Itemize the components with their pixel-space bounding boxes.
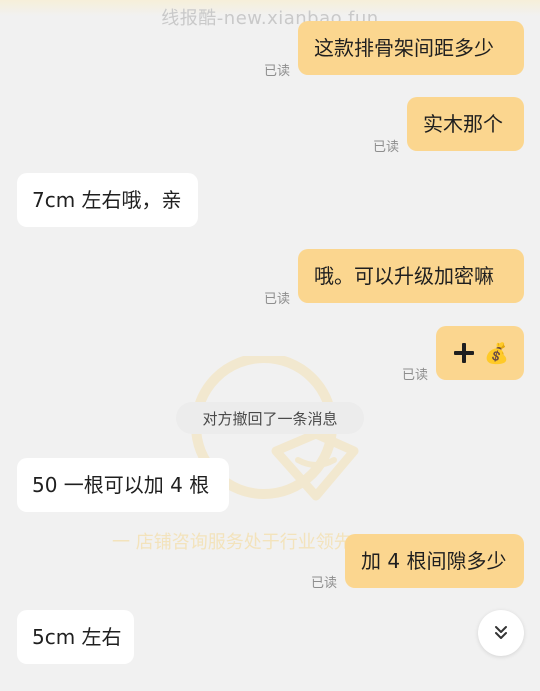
- recall-notice: 对方撤回了一条消息: [176, 402, 364, 434]
- message-bubble-incoming[interactable]: 5cm 左右: [17, 610, 134, 664]
- message-text: 7cm 左右哦，亲: [32, 188, 182, 212]
- read-receipt: 已读: [402, 368, 429, 383]
- read-receipt: 已读: [311, 576, 338, 591]
- scroll-to-bottom-button[interactable]: [478, 610, 524, 656]
- message-text: 50 一根可以加 4 根: [32, 473, 210, 497]
- message-bubble-outgoing[interactable]: 💰: [436, 326, 524, 380]
- message-bubble-incoming[interactable]: 50 一根可以加 4 根: [17, 458, 229, 512]
- message-bubble-outgoing[interactable]: 哦。可以升级加密嘛: [298, 249, 524, 303]
- message-text: 这款排骨架间距多少: [314, 36, 494, 60]
- double-chevron-down-icon: [495, 626, 507, 639]
- message-text: 哦。可以升级加密嘛: [314, 264, 494, 288]
- message-bubble-incoming[interactable]: 7cm 左右哦，亲: [17, 173, 198, 227]
- message-bubble-outgoing[interactable]: 实木那个: [407, 97, 524, 151]
- read-receipt: 已读: [373, 140, 400, 155]
- watermark-slogan: 一 店铺咨询服务处于行业领先: [112, 532, 352, 553]
- message-bubble-outgoing[interactable]: 这款排骨架间距多少: [298, 21, 524, 75]
- money-bag-icon: 💰: [484, 341, 509, 365]
- message-text: 5cm 左右: [32, 625, 122, 649]
- message-bubble-outgoing[interactable]: 加 4 根间隙多少: [345, 534, 524, 588]
- message-text: 实木那个: [423, 112, 503, 136]
- message-text: 加 4 根间隙多少: [361, 549, 507, 573]
- read-receipt: 已读: [264, 292, 291, 307]
- plus-icon: [454, 343, 474, 363]
- read-receipt: 已读: [264, 64, 291, 79]
